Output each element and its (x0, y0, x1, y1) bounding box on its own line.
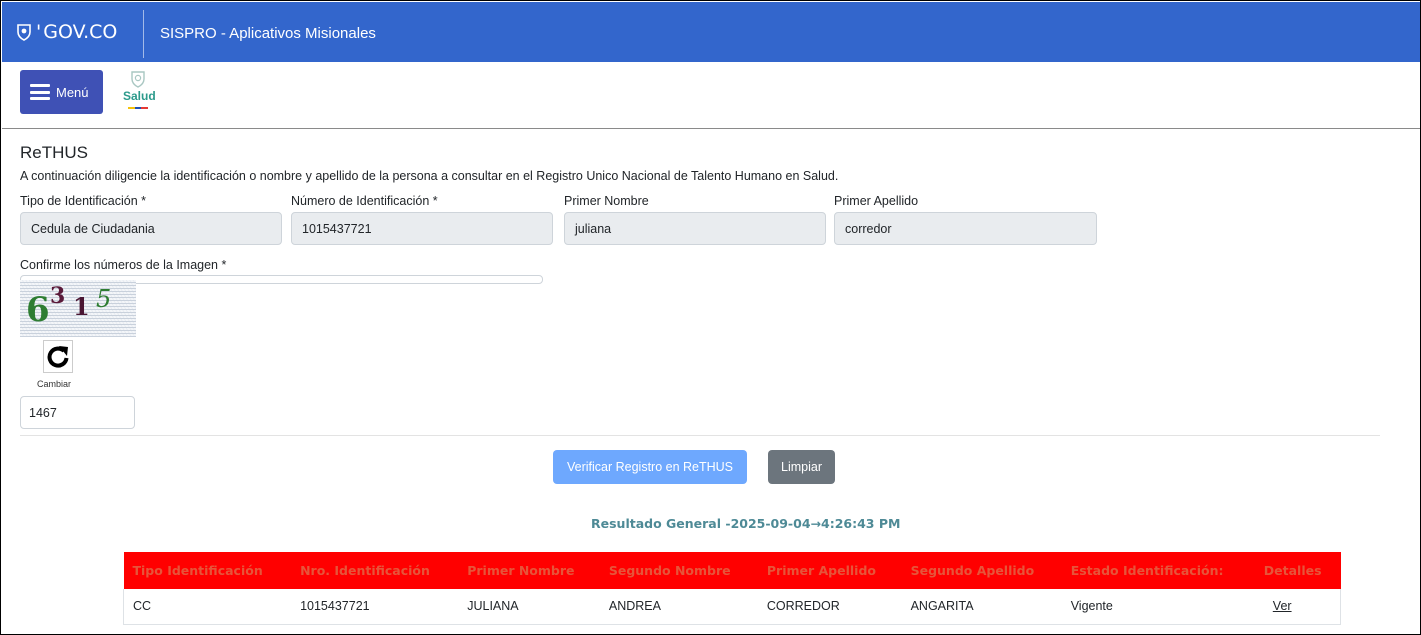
id-type-label: Tipo de Identificación * (20, 194, 147, 208)
intro-text: A continuación diligencie la identificac… (20, 169, 839, 183)
column-header: Tipo Identificación (123, 552, 292, 589)
details-cell: Ver (1254, 589, 1341, 625)
first-name-label: Primer Nombre (564, 194, 649, 208)
first-surname-label: Primer Apellido (834, 194, 919, 208)
captcha-input[interactable]: 1467 (20, 396, 135, 429)
column-header: Segundo Apellido (901, 552, 1062, 589)
salud-logo[interactable]: Salud (123, 70, 156, 120)
id-number-field[interactable]: 1015437721 (291, 212, 553, 245)
table-cell: ANDREA (599, 589, 758, 625)
captcha-digit: 6 (26, 290, 50, 330)
gov-logo-text: GOV.CO (43, 21, 118, 43)
captcha-digit: 3 (50, 283, 66, 309)
menu-button-label: Menú (56, 84, 89, 100)
table-cell: Vigente (1061, 589, 1255, 625)
id-number-label: Número de Identificación * (291, 194, 438, 208)
column-header: Segundo Nombre (599, 552, 758, 589)
captcha-label: Confirme los números de la Imagen * (20, 258, 227, 272)
table-header-row: Tipo Identificación Nro. Identificación … (123, 552, 1341, 589)
column-header: Primer Nombre (458, 552, 600, 589)
column-header: Detalles (1254, 552, 1341, 589)
gov-logo[interactable]: ' GOV.CO (16, 21, 117, 43)
page: ' GOV.CO SISPRO - Aplicativos Misionales… (0, 0, 1421, 635)
header-divider (143, 10, 144, 58)
verify-button[interactable]: Verificar Registro en ReTHUS (553, 450, 747, 484)
page-title: ReTHUS (20, 143, 89, 162)
table-cell: CORREDOR (757, 589, 902, 625)
result-title: Resultado General -2025-09-04→4:26:43 PM (591, 516, 901, 531)
refresh-icon (47, 345, 69, 368)
table-cell: JULIANA (458, 589, 600, 625)
captcha-digit: 5 (96, 285, 112, 313)
column-header: Estado Identificación: (1061, 552, 1255, 589)
hamburger-icon (30, 84, 50, 100)
divider (20, 435, 1380, 436)
menu-button[interactable]: Menú (20, 70, 103, 114)
first-name-field[interactable]: juliana (564, 212, 826, 245)
result-table: Tipo Identificación Nro. Identificación … (123, 552, 1341, 625)
menu-row: Menú Salud (2, 62, 1420, 129)
captcha-digit: 1 (73, 292, 90, 321)
id-type-select[interactable]: Cedula de Ciudadania (20, 212, 282, 245)
shield-icon (17, 24, 31, 41)
refresh-captcha-label[interactable]: Cambiar (37, 379, 71, 389)
captcha-image: 6 3 1 5 (20, 280, 136, 337)
gov-header: ' GOV.CO SISPRO - Aplicativos Misionales (2, 2, 1420, 62)
table-cell: CC (123, 589, 292, 625)
table-cell: ANGARITA (901, 589, 1062, 625)
column-header: Nro. Identificación (291, 552, 459, 589)
details-link[interactable]: Ver (1273, 599, 1292, 613)
table-row: CC 1015437721 JULIANA ANDREA CORREDOR AN… (123, 589, 1341, 625)
column-header: Primer Apellido (757, 552, 902, 589)
clear-button[interactable]: Limpiar (768, 450, 835, 484)
flag-bar (128, 107, 149, 109)
first-surname-field[interactable]: corredor (834, 212, 1097, 245)
table-cell: 1015437721 (291, 589, 459, 625)
refresh-captcha-button[interactable] (43, 340, 73, 373)
salud-logo-text: Salud (123, 89, 156, 103)
app-title[interactable]: SISPRO - Aplicativos Misionales (160, 25, 376, 42)
salud-logo-icon (131, 71, 145, 88)
